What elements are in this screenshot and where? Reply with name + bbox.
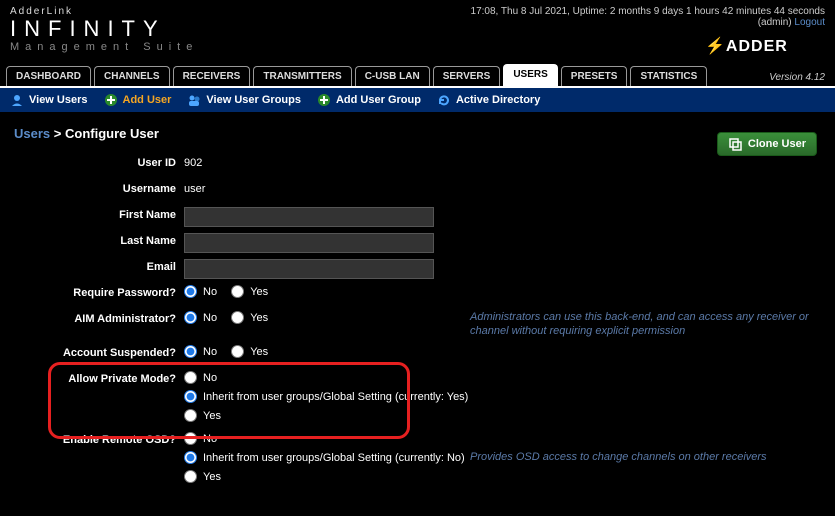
require-pw-yes-label: Yes xyxy=(250,286,268,298)
osd-inherit-radio[interactable] xyxy=(184,451,197,464)
user-id-value: 902 xyxy=(184,155,202,169)
private-no-radio[interactable] xyxy=(184,371,197,384)
suspended-label: Account Suspended? xyxy=(14,345,184,359)
tab-users[interactable]: USERS xyxy=(503,64,557,86)
subnav-add-group-label: Add User Group xyxy=(336,94,421,106)
private-yes-radio[interactable] xyxy=(184,409,197,422)
subnav-view-groups-label: View User Groups xyxy=(206,94,301,106)
status-time: 17:08, Thu 8 Jul 2021, Uptime: 2 months … xyxy=(471,6,825,17)
username-value: user xyxy=(184,181,205,195)
brand-logo: ⚡ADDER xyxy=(471,34,825,59)
aim-admin-no-label: No xyxy=(203,312,217,324)
suspended-no-radio[interactable] xyxy=(184,345,197,358)
sub-nav: View Users Add User View User Groups Add… xyxy=(0,88,835,112)
require-pw-no-radio[interactable] xyxy=(184,285,197,298)
osd-yes-label: Yes xyxy=(203,471,221,483)
osd-yes-radio[interactable] xyxy=(184,470,197,483)
osd-inherit-label: Inherit from user groups/Global Setting … xyxy=(203,452,465,464)
header: AdderLink INFINITY Management Suite 17:0… xyxy=(0,0,835,64)
private-yes-label: Yes xyxy=(203,410,221,422)
header-status: 17:08, Thu 8 Jul 2021, Uptime: 2 months … xyxy=(471,6,825,59)
tab-receivers[interactable]: RECEIVERS xyxy=(173,66,251,86)
tab-servers[interactable]: SERVERS xyxy=(433,66,501,86)
subnav-view-groups[interactable]: View User Groups xyxy=(187,93,301,107)
clone-icon xyxy=(728,137,742,151)
tab-statistics[interactable]: STATISTICS xyxy=(630,66,707,86)
logout-link[interactable]: Logout xyxy=(794,17,825,28)
user-id-label: User ID xyxy=(14,155,184,169)
first-name-input[interactable] xyxy=(184,207,434,227)
clone-user-label: Clone User xyxy=(748,138,806,150)
aim-admin-yes-radio[interactable] xyxy=(231,311,244,324)
plus-icon xyxy=(317,93,331,107)
clone-user-button[interactable]: Clone User xyxy=(717,132,817,156)
remote-osd-label: Enable Remote OSD? xyxy=(14,432,184,446)
subnav-view-users[interactable]: View Users xyxy=(10,93,88,107)
private-inherit-label: Inherit from user groups/Global Setting … xyxy=(203,391,468,403)
first-name-label: First Name xyxy=(14,207,184,221)
private-no-label: No xyxy=(203,372,217,384)
email-label: Email xyxy=(14,259,184,273)
suspended-yes-label: Yes xyxy=(250,346,268,358)
require-pw-no-label: No xyxy=(203,286,217,298)
aim-admin-no-radio[interactable] xyxy=(184,311,197,324)
tab-presets[interactable]: PRESETS xyxy=(561,66,628,86)
users-icon xyxy=(10,93,24,107)
logo-main: INFINITY xyxy=(10,17,198,41)
aim-admin-yes-label: Yes xyxy=(250,312,268,324)
version-label: Version 4.12 xyxy=(769,72,825,83)
breadcrumb-page: Configure User xyxy=(65,126,159,141)
osd-no-label: No xyxy=(203,433,217,445)
logo-subtitle: Management Suite xyxy=(10,41,198,53)
private-inherit-radio[interactable] xyxy=(184,390,197,403)
tab-cusb[interactable]: C-USB LAN xyxy=(355,66,430,86)
last-name-label: Last Name xyxy=(14,233,184,247)
plus-icon xyxy=(104,93,118,107)
subnav-active-dir[interactable]: Active Directory xyxy=(437,93,540,107)
logo-area: AdderLink INFINITY Management Suite xyxy=(10,6,198,53)
tab-dashboard[interactable]: DASHBOARD xyxy=(6,66,91,86)
suspended-yes-radio[interactable] xyxy=(231,345,244,358)
require-pw-label: Require Password? xyxy=(14,285,184,299)
svg-text:⚡ADDER: ⚡ADDER xyxy=(705,36,788,55)
last-name-input[interactable] xyxy=(184,233,434,253)
tab-bar: DASHBOARD CHANNELS RECEIVERS TRANSMITTER… xyxy=(0,64,835,88)
subnav-add-user[interactable]: Add User xyxy=(104,93,172,107)
suspended-no-label: No xyxy=(203,346,217,358)
tab-channels[interactable]: CHANNELS xyxy=(94,66,170,86)
osd-no-radio[interactable] xyxy=(184,432,197,445)
private-mode-label: Allow Private Mode? xyxy=(14,371,184,385)
current-user: (admin) xyxy=(758,17,792,28)
breadcrumb-root[interactable]: Users xyxy=(14,126,50,141)
username-label: Username xyxy=(14,181,184,195)
group-icon xyxy=(187,93,201,107)
email-input[interactable] xyxy=(184,259,434,279)
breadcrumb: Users > Configure User xyxy=(0,112,835,151)
osd-hint: Provides OSD access to change channels o… xyxy=(470,450,767,464)
subnav-view-users-label: View Users xyxy=(29,94,88,106)
admin-hint: Administrators can use this back-end, an… xyxy=(470,310,810,339)
subnav-active-dir-label: Active Directory xyxy=(456,94,540,106)
subnav-add-group[interactable]: Add User Group xyxy=(317,93,421,107)
subnav-add-user-label: Add User xyxy=(123,94,172,106)
breadcrumb-sep: > xyxy=(54,126,62,141)
tab-transmitters[interactable]: TRANSMITTERS xyxy=(253,66,351,86)
refresh-icon xyxy=(437,93,451,107)
aim-admin-label: AIM Administrator? xyxy=(14,311,184,325)
require-pw-yes-radio[interactable] xyxy=(231,285,244,298)
